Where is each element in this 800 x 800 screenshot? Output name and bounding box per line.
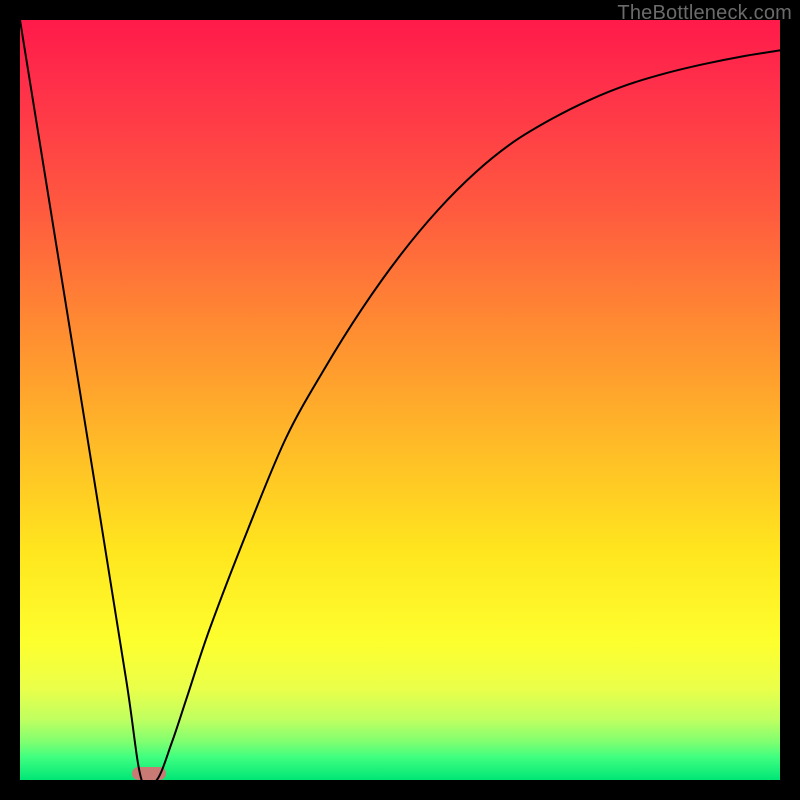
curve-svg [20, 20, 780, 780]
bottleneck-curve [20, 20, 780, 780]
plot-area [20, 20, 780, 780]
chart-container: TheBottleneck.com [0, 0, 800, 800]
